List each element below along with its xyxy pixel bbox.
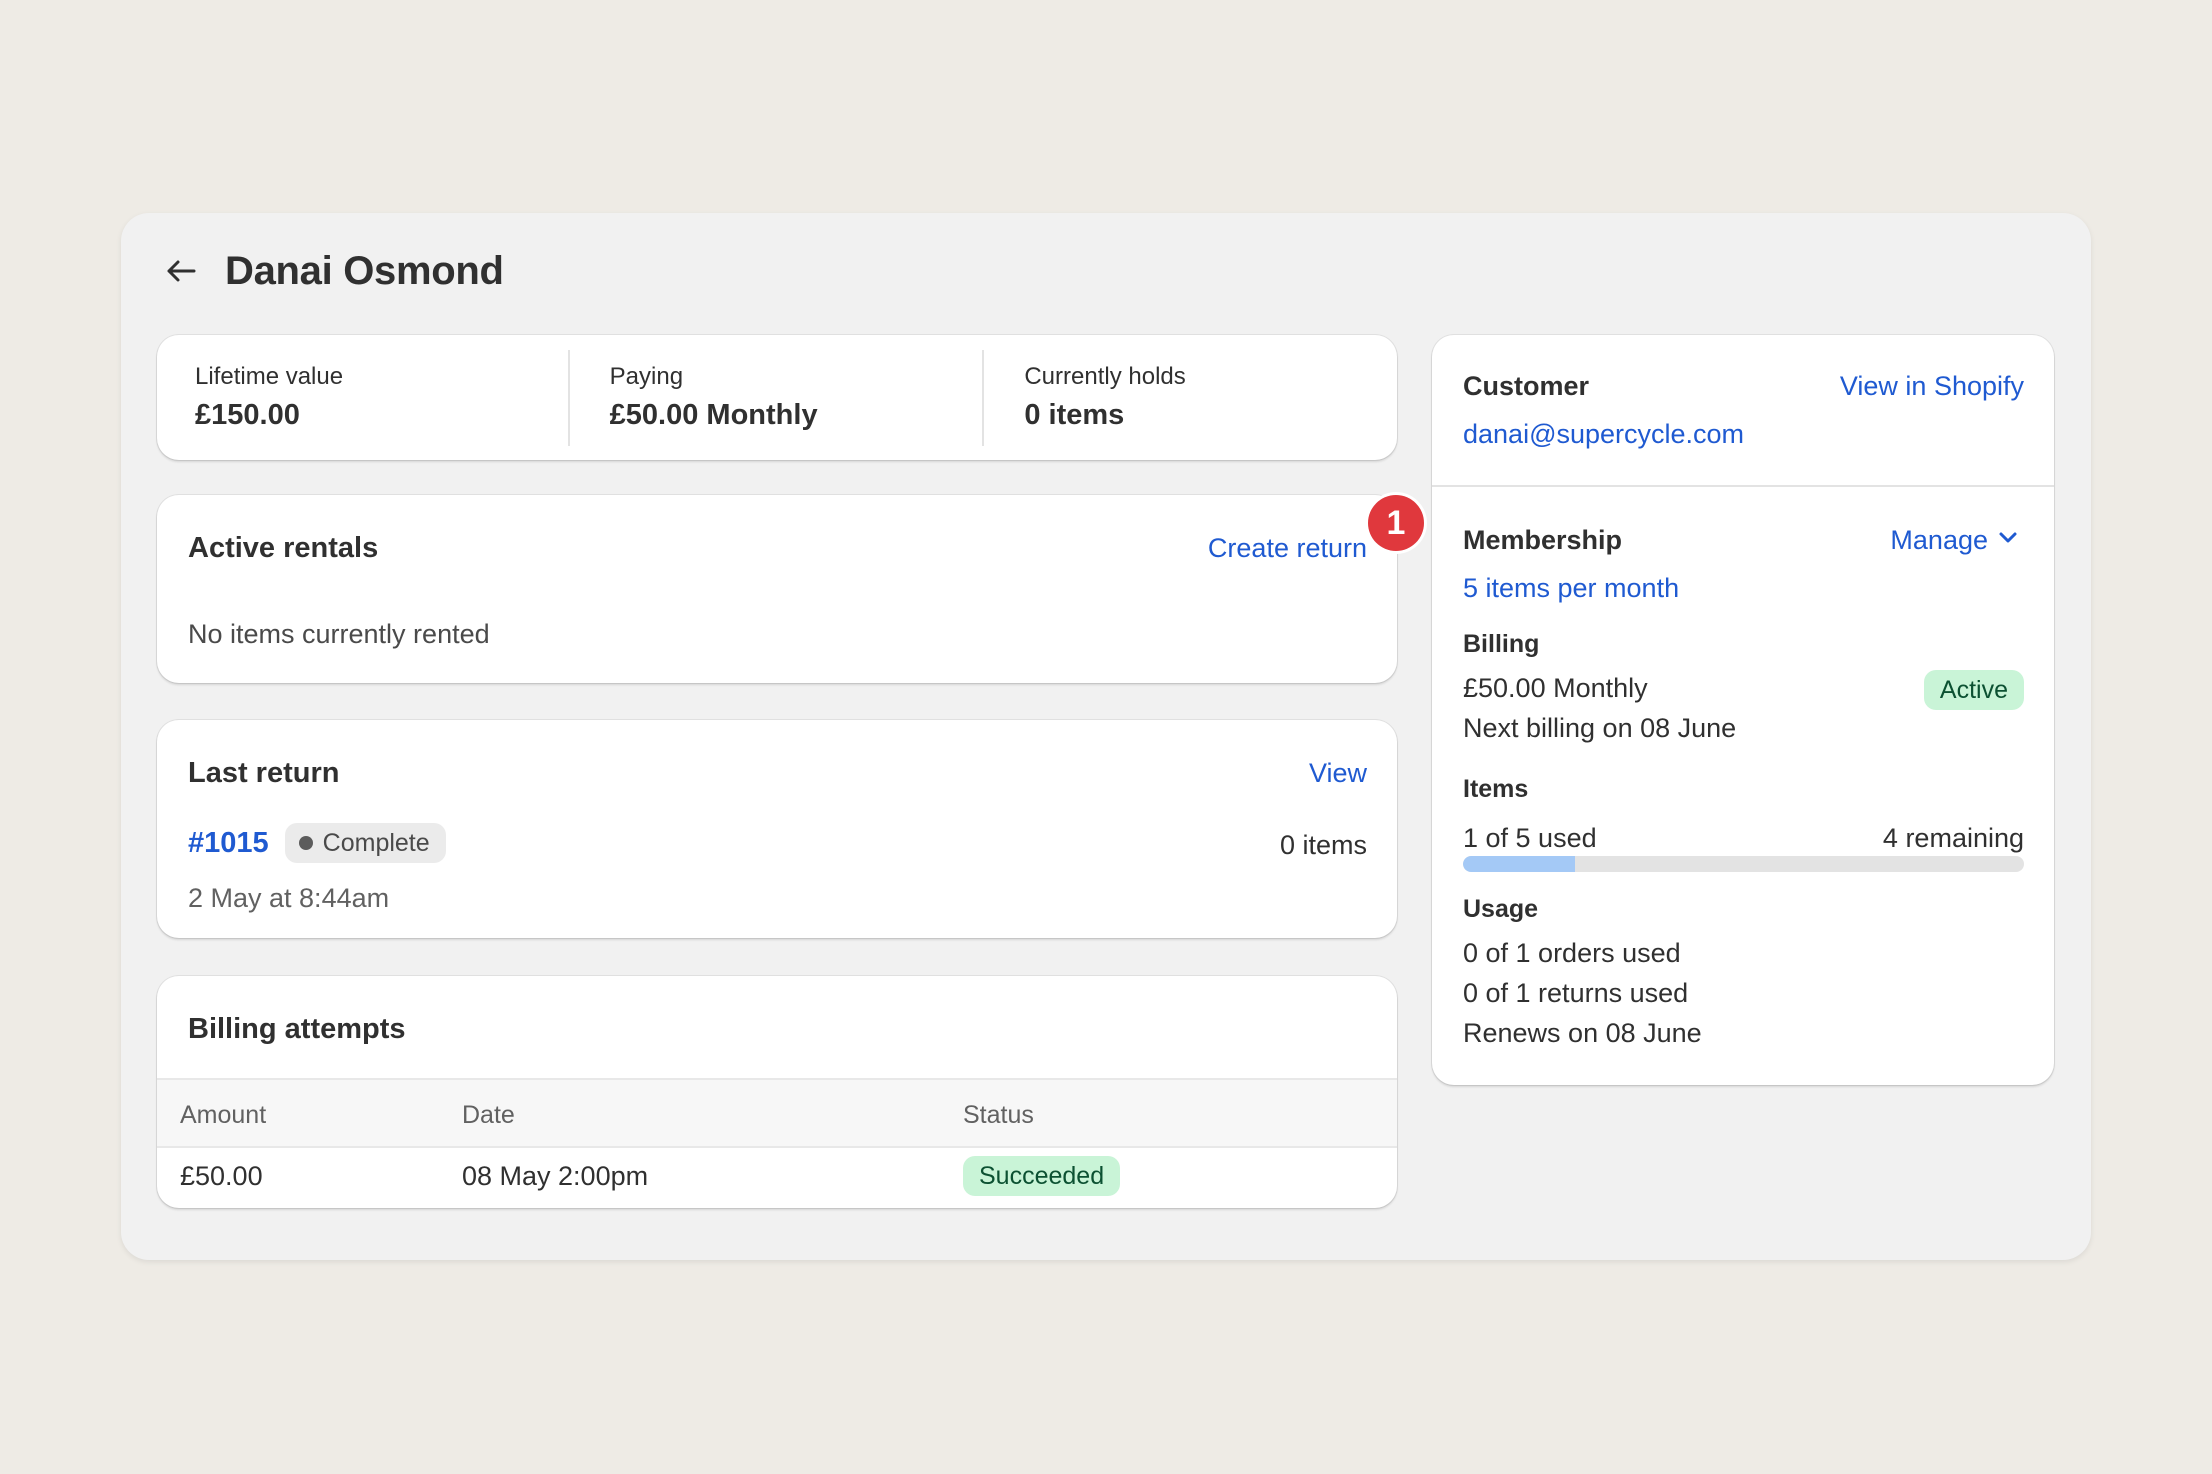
items-heading: Items bbox=[1463, 775, 1529, 803]
billing-amount: £50.00 Monthly bbox=[1463, 673, 1648, 703]
back-arrow-icon[interactable] bbox=[161, 251, 201, 291]
items-remaining: 4 remaining bbox=[1882, 823, 2024, 853]
empty-state-text: No items currently rented bbox=[188, 619, 490, 649]
column-header-date: Date bbox=[462, 1101, 515, 1129]
customer-membership-card: Customer View in Shopify danai@supercycl… bbox=[1432, 335, 2054, 1085]
items-progress-fill bbox=[1463, 856, 1576, 872]
items-used: 1 of 5 used bbox=[1463, 823, 1597, 853]
stat-value: £50.00 Monthly bbox=[609, 399, 818, 431]
status-badge-label: Complete bbox=[322, 828, 430, 857]
items-progress-bar bbox=[1463, 856, 2024, 872]
billing-attempts-title: Billing attempts bbox=[188, 1013, 406, 1045]
usage-heading: Usage bbox=[1463, 895, 1539, 923]
returns-used: 0 of 1 returns used bbox=[1463, 978, 1689, 1008]
cell-date: 08 May 2:00pm bbox=[462, 1161, 649, 1191]
page-title: Danai Osmond bbox=[225, 248, 504, 293]
orders-used: 0 of 1 orders used bbox=[1463, 938, 1681, 968]
customer-detail-panel: Danai Osmond Lifetime value £150.00 Payi… bbox=[121, 213, 2091, 1260]
view-return-link[interactable]: View bbox=[1309, 758, 1367, 789]
manage-label: Manage bbox=[1890, 525, 1988, 555]
chevron-down-icon bbox=[1998, 531, 2018, 550]
stat-currently-holds: Currently holds 0 items bbox=[982, 349, 1397, 446]
column-header-amount: Amount bbox=[180, 1101, 267, 1129]
return-date: 2 May at 8:44am bbox=[188, 883, 390, 913]
customer-heading: Customer bbox=[1463, 371, 1590, 401]
last-return-card: Last return View #1015 Complete 0 items … bbox=[157, 720, 1397, 938]
table-header: Amount Date Status bbox=[157, 1078, 1397, 1148]
stat-lifetime-value: Lifetime value £150.00 bbox=[157, 350, 568, 446]
status-badge: Succeeded bbox=[963, 1156, 1121, 1196]
return-item-count: 0 items bbox=[1279, 830, 1367, 860]
stat-value: 0 items bbox=[1024, 399, 1125, 431]
active-rentals-title: Active rentals bbox=[188, 532, 379, 564]
stat-label: Currently holds bbox=[1024, 363, 1186, 390]
stat-label: Paying bbox=[609, 363, 684, 390]
stat-value: £150.00 bbox=[195, 399, 300, 431]
renewal-date: Renews on 08 June bbox=[1463, 1018, 1702, 1048]
billing-attempts-card: Billing attempts Amount Date Status £50.… bbox=[157, 976, 1397, 1208]
view-in-shopify-link[interactable]: View in Shopify bbox=[1840, 371, 2024, 402]
membership-heading: Membership bbox=[1463, 525, 1623, 555]
divider bbox=[1432, 485, 2054, 487]
return-order-link[interactable]: #1015 bbox=[188, 827, 269, 860]
page-header: Danai Osmond bbox=[161, 231, 504, 311]
cell-status: Succeeded bbox=[963, 1156, 1121, 1196]
billing-heading: Billing bbox=[1463, 630, 1540, 658]
customer-email-link[interactable]: danai@supercycle.com bbox=[1463, 419, 1744, 450]
membership-plan-link[interactable]: 5 items per month bbox=[1463, 573, 1679, 604]
annotation-badge: 1 bbox=[1368, 495, 1424, 551]
membership-status-badge: Active bbox=[1923, 670, 2024, 710]
last-return-title: Last return bbox=[188, 757, 340, 789]
column-header-status: Status bbox=[963, 1101, 1034, 1129]
cell-amount: £50.00 bbox=[180, 1161, 263, 1191]
stat-paying: Paying £50.00 Monthly bbox=[567, 349, 983, 446]
manage-dropdown-button[interactable]: Manage bbox=[1890, 525, 2018, 556]
return-order-row: #1015 Complete bbox=[188, 823, 446, 863]
status-dot-icon bbox=[298, 836, 313, 850]
stat-label: Lifetime value bbox=[195, 363, 344, 390]
active-rentals-card: Active rentals Create return No items cu… bbox=[157, 495, 1397, 683]
summary-stats-card: Lifetime value £150.00 Paying £50.00 Mon… bbox=[157, 335, 1397, 460]
table-row[interactable]: £50.00 08 May 2:00pm Succeeded bbox=[157, 1146, 1397, 1208]
create-return-link[interactable]: Create return bbox=[1208, 533, 1367, 564]
status-badge: Complete bbox=[284, 823, 446, 863]
next-billing-date: Next billing on 08 June bbox=[1463, 713, 1737, 743]
